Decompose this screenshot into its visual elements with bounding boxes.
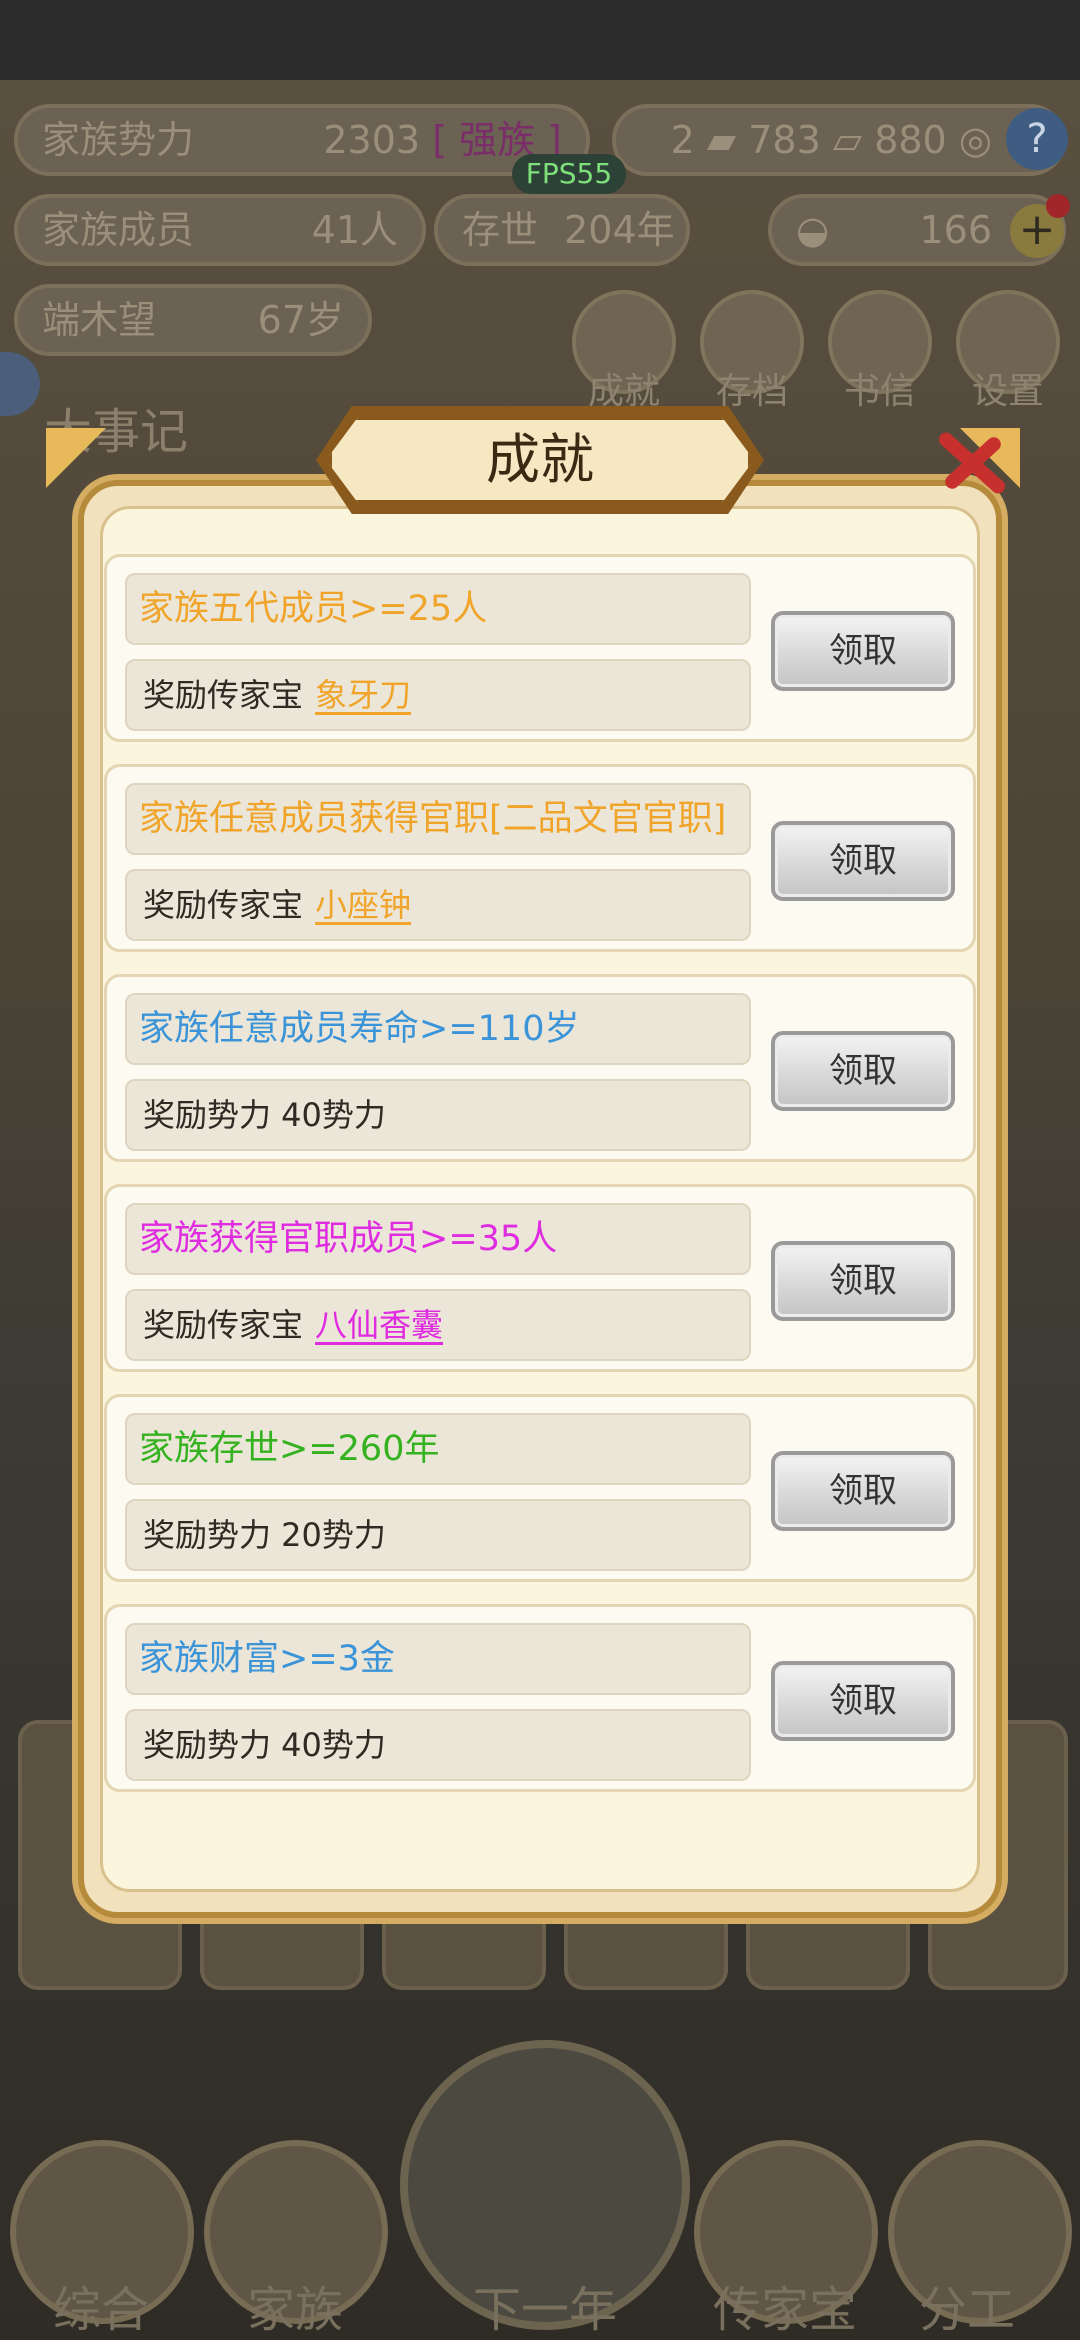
nav-label-division[interactable]: 分工 xyxy=(872,2270,1062,2340)
family-power-label: 家族势力 xyxy=(42,118,195,162)
reward-prefix: 奖励势力 40势力 xyxy=(143,1096,386,1134)
achievement-card: 家族存世>=260年 奖励势力 20势力 领取 xyxy=(104,1394,976,1582)
currency-1-value: 2 xyxy=(670,118,695,162)
status-bar xyxy=(0,0,1080,80)
existence-value: 204年 xyxy=(564,208,675,252)
modal-left-ornament xyxy=(46,428,106,488)
family-power-value: 2303 xyxy=(323,118,421,162)
achievement-requirement: 家族任意成员寿命>=110岁 xyxy=(125,993,751,1065)
reward-item-link[interactable]: 八仙香囊 xyxy=(315,1306,443,1344)
claim-button[interactable]: 领取 xyxy=(771,1451,955,1531)
reward-item-link[interactable]: 象牙刀 xyxy=(315,676,411,714)
leader-name: 端木望 xyxy=(42,298,157,342)
reward-prefix: 奖励势力 40势力 xyxy=(143,1726,386,1764)
reward-prefix: 奖励传家宝 xyxy=(143,886,304,924)
claim-button[interactable]: 领取 xyxy=(771,1241,955,1321)
silver-bar-icon: ▱ xyxy=(832,118,863,162)
reward-prefix: 奖励势力 20势力 xyxy=(143,1516,386,1554)
achievement-card: 家族五代成员>=25人 奖励传家宝 象牙刀 领取 xyxy=(104,554,976,742)
achievement-requirement: 家族任意成员获得官职[二品文官官职] xyxy=(125,783,751,855)
coin-icon: ◎ xyxy=(958,118,992,162)
nav-label-heirloom[interactable]: 传家宝 xyxy=(690,2270,880,2340)
achievement-requirement: 家族财富>=3金 xyxy=(125,1623,751,1695)
help-icon[interactable]: ? xyxy=(1006,108,1068,170)
notification-dot xyxy=(1046,194,1070,218)
members-panel: 家族成员 41人 xyxy=(14,194,426,266)
achievement-card: 家族任意成员获得官职[二品文官官职] 奖励传家宝 小座钟 领取 xyxy=(104,764,976,952)
claim-button[interactable]: 领取 xyxy=(771,1661,955,1741)
achievement-reward: 奖励传家宝 象牙刀 xyxy=(125,659,751,731)
existence-label: 存世 xyxy=(462,208,539,252)
achievement-requirement: 家族获得官职成员>=35人 xyxy=(125,1203,751,1275)
gold-ingot-icon: ◒ xyxy=(796,208,830,252)
menu-label-settings: 设置 xyxy=(971,371,1044,412)
fps-counter: FPS55 xyxy=(512,154,626,194)
close-button[interactable] xyxy=(920,412,1020,512)
nav-label-family[interactable]: 家族 xyxy=(200,2270,390,2340)
members-value: 41人 xyxy=(311,208,398,252)
members-label: 家族成员 xyxy=(42,208,195,252)
reward-prefix: 奖励传家宝 xyxy=(143,1306,304,1344)
currency-3-value: 880 xyxy=(874,118,947,162)
currency-panel: 2 ▰ 783 ▱ 880 ◎ xyxy=(612,104,1066,176)
achievement-requirement: 家族存世>=260年 xyxy=(125,1413,751,1485)
menu-label-letters: 书信 xyxy=(843,371,916,412)
nav-label-general[interactable]: 综合 xyxy=(6,2270,196,2340)
claim-button[interactable]: 领取 xyxy=(771,611,955,691)
achievement-reward: 奖励势力 40势力 xyxy=(125,1709,751,1781)
achievement-reward: 奖励势力 20势力 xyxy=(125,1499,751,1571)
achievement-reward: 奖励传家宝 八仙香囊 xyxy=(125,1289,751,1361)
gold-ingot-value: 166 xyxy=(919,208,992,252)
claim-button[interactable]: 领取 xyxy=(771,821,955,901)
leader-panel: 端木望 67岁 xyxy=(14,284,372,356)
family-power-panel: 家族势力 2303 [ 强族 ] xyxy=(14,104,590,176)
achievement-card: 家族获得官职成员>=35人 奖励传家宝 八仙香囊 领取 xyxy=(104,1184,976,1372)
existence-panel: 存世 204年 xyxy=(434,194,690,266)
achievement-requirement: 家族五代成员>=25人 xyxy=(125,573,751,645)
achievement-reward: 奖励势力 40势力 xyxy=(125,1079,751,1151)
claim-button[interactable]: 领取 xyxy=(771,1031,955,1111)
gold-bar-icon: ▰ xyxy=(706,118,737,162)
reward-item-link[interactable]: 小座钟 xyxy=(315,886,411,924)
reward-prefix: 奖励传家宝 xyxy=(143,676,304,714)
achievement-reward: 奖励传家宝 小座钟 xyxy=(125,869,751,941)
leader-age: 67岁 xyxy=(257,298,344,342)
achievement-card: 家族财富>=3金 奖励势力 40势力 领取 xyxy=(104,1604,976,1792)
nav-label-next-year[interactable]: 下一年 xyxy=(450,2270,640,2340)
currency-2-value: 783 xyxy=(748,118,821,162)
dialog-title: 成就 xyxy=(486,428,594,491)
achievement-card: 家族任意成员寿命>=110岁 奖励势力 40势力 领取 xyxy=(104,974,976,1162)
